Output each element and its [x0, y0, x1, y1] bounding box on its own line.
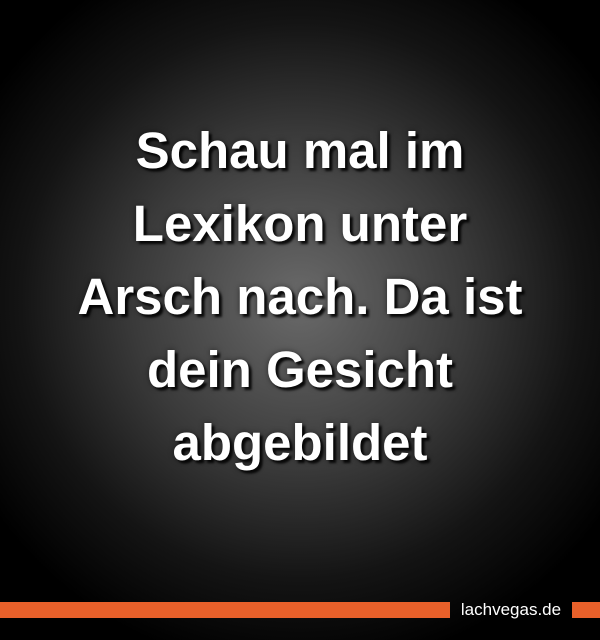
- quote-text: Schau mal im Lexikon unter Arsch nach. D…: [20, 114, 580, 479]
- meme-card: Schau mal im Lexikon unter Arsch nach. D…: [0, 0, 600, 640]
- accent-bar-right: [572, 602, 600, 618]
- quote-line: Arsch nach. Da ist: [77, 268, 523, 325]
- quote-line: dein Gesicht: [146, 341, 454, 398]
- footer-bar: lachvegas.de: [0, 600, 600, 620]
- quote-line: Lexikon unter: [132, 195, 468, 252]
- brand-label: lachvegas.de: [460, 600, 562, 619]
- quote-line: Schau mal im: [135, 122, 465, 179]
- quote-line: abgebildet: [172, 414, 428, 471]
- accent-bar-left: [0, 602, 450, 618]
